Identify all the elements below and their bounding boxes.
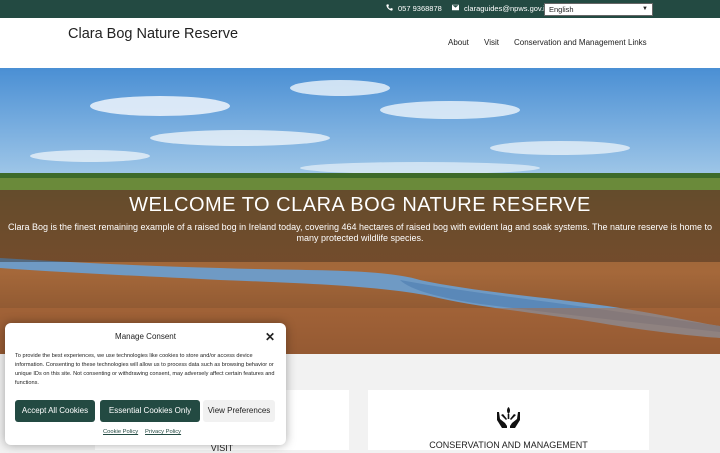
phone-contact[interactable]: 057 9368878 — [386, 0, 442, 18]
nav-links[interactable]: Links — [628, 38, 647, 47]
envelope-icon — [452, 0, 459, 18]
privacy-policy-link[interactable]: Privacy Policy — [145, 429, 181, 435]
accept-all-cookies-button[interactable]: Accept All Cookies — [15, 400, 95, 422]
hero-banner: WELCOME TO CLARA BOG NATURE RESERVE Clar… — [0, 68, 720, 354]
nav-conservation[interactable]: Conservation and Management — [514, 38, 626, 47]
language-value: English — [549, 5, 574, 14]
nav-visit[interactable]: Visit — [484, 38, 499, 47]
card-conservation[interactable]: CONSERVATION AND MANAGEMENT — [368, 390, 649, 450]
view-preferences-button[interactable]: View Preferences — [203, 400, 275, 422]
card-conservation-title: CONSERVATION AND MANAGEMENT — [429, 440, 588, 450]
hands-plant-icon — [496, 406, 521, 433]
hero-description: Clara Bog is the finest remaining exampl… — [7, 222, 713, 243]
consent-title: Manage Consent — [115, 332, 176, 341]
close-icon[interactable]: ✕ — [265, 330, 275, 344]
hero-title: WELCOME TO CLARA BOG NATURE RESERVE — [129, 194, 591, 216]
nav-about[interactable]: About — [448, 38, 469, 47]
top-contact-bar: 057 9368878 claraguides@npws.gov.ie Engl… — [0, 0, 720, 18]
site-title[interactable]: Clara Bog Nature Reserve — [68, 26, 238, 42]
caret-down-icon: ▼ — [642, 6, 648, 12]
email-contact[interactable]: claraguides@npws.gov.ie — [452, 0, 549, 18]
cookie-consent-dialog: Manage Consent ✕ To provide the best exp… — [5, 323, 286, 445]
site-header: Clara Bog Nature Reserve About Visit Con… — [0, 18, 720, 68]
phone-number: 057 9368878 — [398, 4, 442, 13]
consent-description: To provide the best experiences, we use … — [15, 353, 275, 386]
language-select[interactable]: English ▼ — [544, 3, 653, 16]
cookie-policy-link[interactable]: Cookie Policy — [103, 429, 138, 435]
essential-cookies-button[interactable]: Essential Cookies Only — [100, 400, 200, 422]
email-address: claraguides@npws.gov.ie — [464, 4, 550, 13]
phone-icon — [386, 0, 393, 18]
